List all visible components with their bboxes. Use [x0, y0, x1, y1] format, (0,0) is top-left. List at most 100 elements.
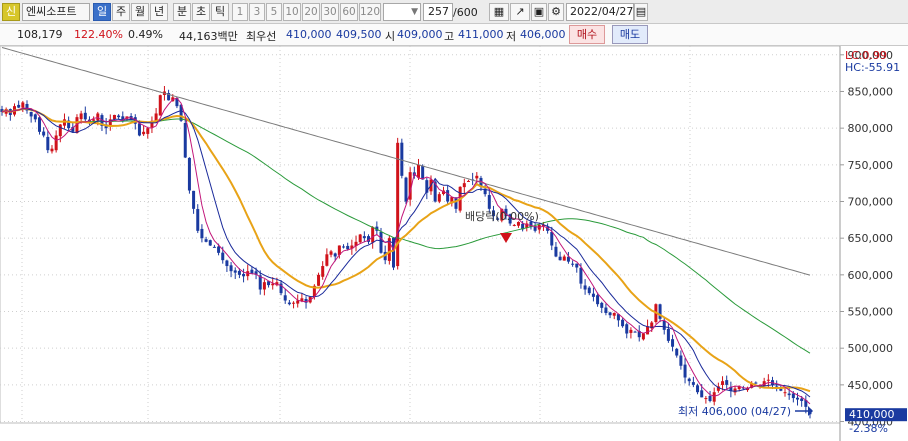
candle-body [158, 95, 162, 116]
period-tab-4[interactable]: 분 [173, 3, 191, 21]
candle-body [641, 333, 645, 340]
candle-body [296, 300, 300, 304]
candle-body [342, 246, 346, 248]
candle-body [200, 228, 204, 239]
candle-body [217, 246, 221, 253]
price-chart[interactable]: 900,000850,000800,000750,000700,000650,0… [0, 46, 908, 441]
period-tab-5[interactable]: 초 [192, 3, 210, 21]
interval-button-30[interactable]: 30 [321, 3, 339, 21]
candle-body [675, 348, 679, 356]
period-tab-2[interactable]: 월 [131, 3, 149, 21]
period-tab-0[interactable]: 일 [93, 3, 111, 21]
interval-button-5[interactable]: 5 [266, 3, 282, 21]
interval-button-3[interactable]: 3 [249, 3, 265, 21]
y-tick-label: 750,000 [848, 159, 894, 172]
candle-body [550, 232, 554, 246]
candle-body [579, 267, 583, 284]
candle-body [79, 113, 83, 120]
interval-button-120[interactable]: 120 [359, 3, 381, 21]
candle-body [454, 197, 458, 209]
period-tab-6[interactable]: 틱 [211, 3, 229, 21]
gear-icon[interactable]: ⚙ [548, 3, 564, 21]
candle-body [46, 136, 50, 151]
candle-body [562, 256, 566, 261]
bar-count-total: /600 [453, 6, 478, 19]
save-icon[interactable]: ▣ [531, 3, 547, 21]
candle-body [796, 397, 800, 400]
candle-body [371, 227, 375, 243]
y-tick-label: 850,000 [848, 85, 894, 98]
period-tab-3[interactable]: 년 [150, 3, 168, 21]
best-bid-label: 최우선 [246, 30, 277, 43]
candle-body [679, 355, 683, 366]
interval-button-10[interactable]: 10 [283, 3, 301, 21]
bar-count-input[interactable]: 257 [423, 3, 453, 21]
period-tab-1[interactable]: 주 [112, 3, 130, 21]
candle-body [725, 380, 729, 385]
candle-body [646, 326, 650, 335]
candle-body [333, 253, 337, 257]
candle-body [600, 302, 604, 308]
trend-tool-icon[interactable]: ↗ [510, 3, 530, 21]
candle-body [608, 312, 612, 316]
candle-body [421, 165, 425, 180]
low-price: 406,000 [520, 28, 566, 41]
volume-ratio-value: 122.40% [74, 28, 123, 41]
candle-body [83, 112, 87, 120]
candle-body [92, 119, 96, 121]
candle-body [779, 388, 783, 391]
candle-body [475, 175, 479, 179]
candle-body [287, 302, 291, 305]
candle-body [766, 379, 770, 381]
candle-body [358, 234, 362, 243]
interval-button-60[interactable]: 60 [340, 3, 358, 21]
dividend-annotation: 배당락(0.00%) [465, 210, 539, 223]
candle-body [112, 114, 116, 120]
candle-body [212, 246, 216, 248]
candle-body [142, 131, 146, 135]
volume-value: 108,179 [17, 28, 63, 41]
candle-body [587, 287, 591, 294]
amount-value: 44,163백만 [179, 30, 238, 43]
y-tick-label: 800,000 [848, 122, 894, 135]
candle-body [42, 131, 46, 136]
chevron-down-icon: ▼ [411, 7, 418, 17]
stock-name-field[interactable]: 엔씨소프트 [22, 3, 90, 21]
candle-body [683, 364, 687, 378]
plot-area [0, 46, 841, 424]
quote-info-bar: 108,179 122.40% 0.49% 44,163백만 최우선 410,0… [0, 24, 908, 46]
candle-body [362, 236, 366, 239]
candle-body [50, 148, 54, 152]
y-tick-label: 550,000 [848, 306, 894, 319]
candle-body [604, 307, 608, 313]
candle-body [696, 385, 700, 393]
candle-body [54, 135, 58, 151]
candle-body [621, 319, 625, 327]
interval-button-1[interactable]: 1 [232, 3, 248, 21]
date-field[interactable]: 2022/04/27 [566, 3, 634, 21]
candle-body [237, 270, 241, 275]
sell-button[interactable]: 매도 [612, 25, 648, 44]
candle-body [571, 263, 575, 265]
y-tick-label: 650,000 [848, 232, 894, 245]
turnover-value: 0.49% [128, 28, 163, 41]
candle-body [733, 388, 737, 393]
candle-body [575, 263, 579, 268]
candle-body [404, 177, 408, 202]
custom-interval-select[interactable]: ▼ [383, 3, 421, 21]
current-change-label: -2.38% [849, 422, 888, 435]
candle-body [317, 274, 321, 286]
candle-body [396, 142, 400, 267]
calendar-icon[interactable]: ▤ [634, 3, 648, 21]
candle-body [687, 378, 691, 382]
new-stock-badge[interactable]: 신 [2, 3, 20, 21]
candle-body [117, 115, 121, 118]
interval-button-20[interactable]: 20 [302, 3, 320, 21]
candle-body [292, 302, 296, 304]
candle-body [58, 124, 62, 137]
candle-body [625, 324, 629, 334]
buy-button[interactable]: 매수 [569, 25, 605, 44]
grid-tool-icon[interactable]: ▦ [489, 3, 509, 21]
candle-body [17, 104, 21, 108]
candle-body [754, 382, 758, 384]
